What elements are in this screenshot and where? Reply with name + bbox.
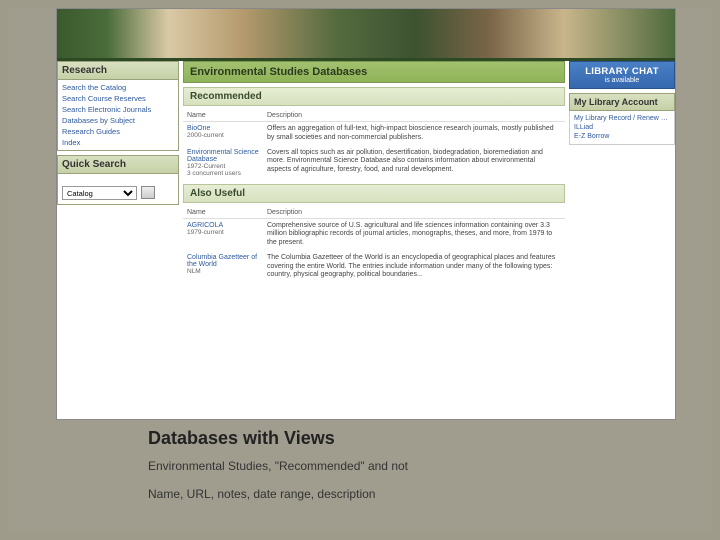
acct-link-ezborrow[interactable]: E-Z Borrow — [574, 132, 670, 141]
nav-link-guides[interactable]: Research Guides — [62, 126, 174, 137]
db-dates: NLM — [187, 268, 201, 275]
section-recommended: Recommended — [183, 87, 565, 106]
quick-search-select[interactable]: Catalog — [62, 186, 137, 200]
nav-link-databases[interactable]: Databases by Subject — [62, 115, 174, 126]
db-desc: Offers an aggregation of full-text, high… — [263, 122, 565, 146]
quick-search-go-button[interactable] — [141, 186, 155, 199]
account-links: My Library Record / Renew Books ILLiad E… — [569, 111, 675, 145]
caption-line-1: Environmental Studies, "Recommended" and… — [148, 459, 652, 473]
table-row: AGRICOLA 1979-current Comprehensive sour… — [183, 218, 565, 251]
db-link-bioone[interactable]: BioOne — [187, 125, 210, 132]
table-row: Environmental Science Database 1972-Curr… — [183, 146, 565, 180]
acct-link-record[interactable]: My Library Record / Renew Books — [574, 114, 670, 123]
recommended-table: Name Description BioOne 2000-current Off… — [183, 110, 565, 180]
db-dates: 1972-Current — [187, 163, 225, 170]
db-desc: The Columbia Gazetteer of the World is a… — [263, 251, 565, 283]
db-link-envsci[interactable]: Environmental Science Database — [187, 149, 259, 163]
slide-caption: Databases with Views Environmental Studi… — [148, 428, 652, 515]
site-banner — [57, 9, 675, 61]
library-page-screenshot: Research Search the Catalog Search Cours… — [56, 8, 676, 420]
db-desc: Comprehensive source of U.S. agricultura… — [263, 218, 565, 251]
research-nav-box: Research Search the Catalog Search Cours… — [57, 61, 179, 151]
db-dates: 1979-current — [187, 229, 224, 236]
db-extra: 3 concurrent users — [187, 170, 241, 177]
db-link-agricola[interactable]: AGRICOLA — [187, 222, 223, 229]
table-row: BioOne 2000-current Offers an aggregatio… — [183, 122, 565, 146]
db-desc: Covers all topics such as air pollution,… — [263, 146, 565, 180]
nav-link-catalog[interactable]: Search the Catalog — [62, 82, 174, 93]
db-dates: 2000-current — [187, 132, 224, 139]
nav-link-ejournals[interactable]: Search Electronic Journals — [62, 104, 174, 115]
col-name: Name — [183, 110, 263, 122]
col-desc: Description — [263, 207, 565, 219]
table-row: Columbia Gazetteer of the World NLM The … — [183, 251, 565, 283]
db-link-columbia[interactable]: Columbia Gazetteer of the World — [187, 254, 257, 268]
chat-subtitle: is available — [574, 77, 670, 84]
chat-title: LIBRARY CHAT — [574, 66, 670, 77]
nav-link-reserves[interactable]: Search Course Reserves — [62, 93, 174, 104]
page-title: Environmental Studies Databases — [183, 61, 565, 83]
acct-link-illiad[interactable]: ILLiad — [574, 123, 670, 132]
library-chat-box[interactable]: LIBRARY CHAT is available — [569, 61, 675, 89]
section-also-useful: Also Useful — [183, 184, 565, 203]
col-name: Name — [183, 207, 263, 219]
also-useful-table: Name Description AGRICOLA 1979-current C… — [183, 207, 565, 284]
account-head: My Library Account — [569, 93, 675, 111]
nav-link-index[interactable]: Index — [62, 137, 174, 148]
caption-title: Databases with Views — [148, 428, 652, 449]
quick-search-head: Quick Search — [58, 156, 178, 174]
quick-search-box: Quick Search Catalog — [57, 155, 179, 205]
caption-line-2: Name, URL, notes, date range, descriptio… — [148, 487, 652, 501]
research-nav-head: Research — [58, 62, 178, 80]
col-desc: Description — [263, 110, 565, 122]
